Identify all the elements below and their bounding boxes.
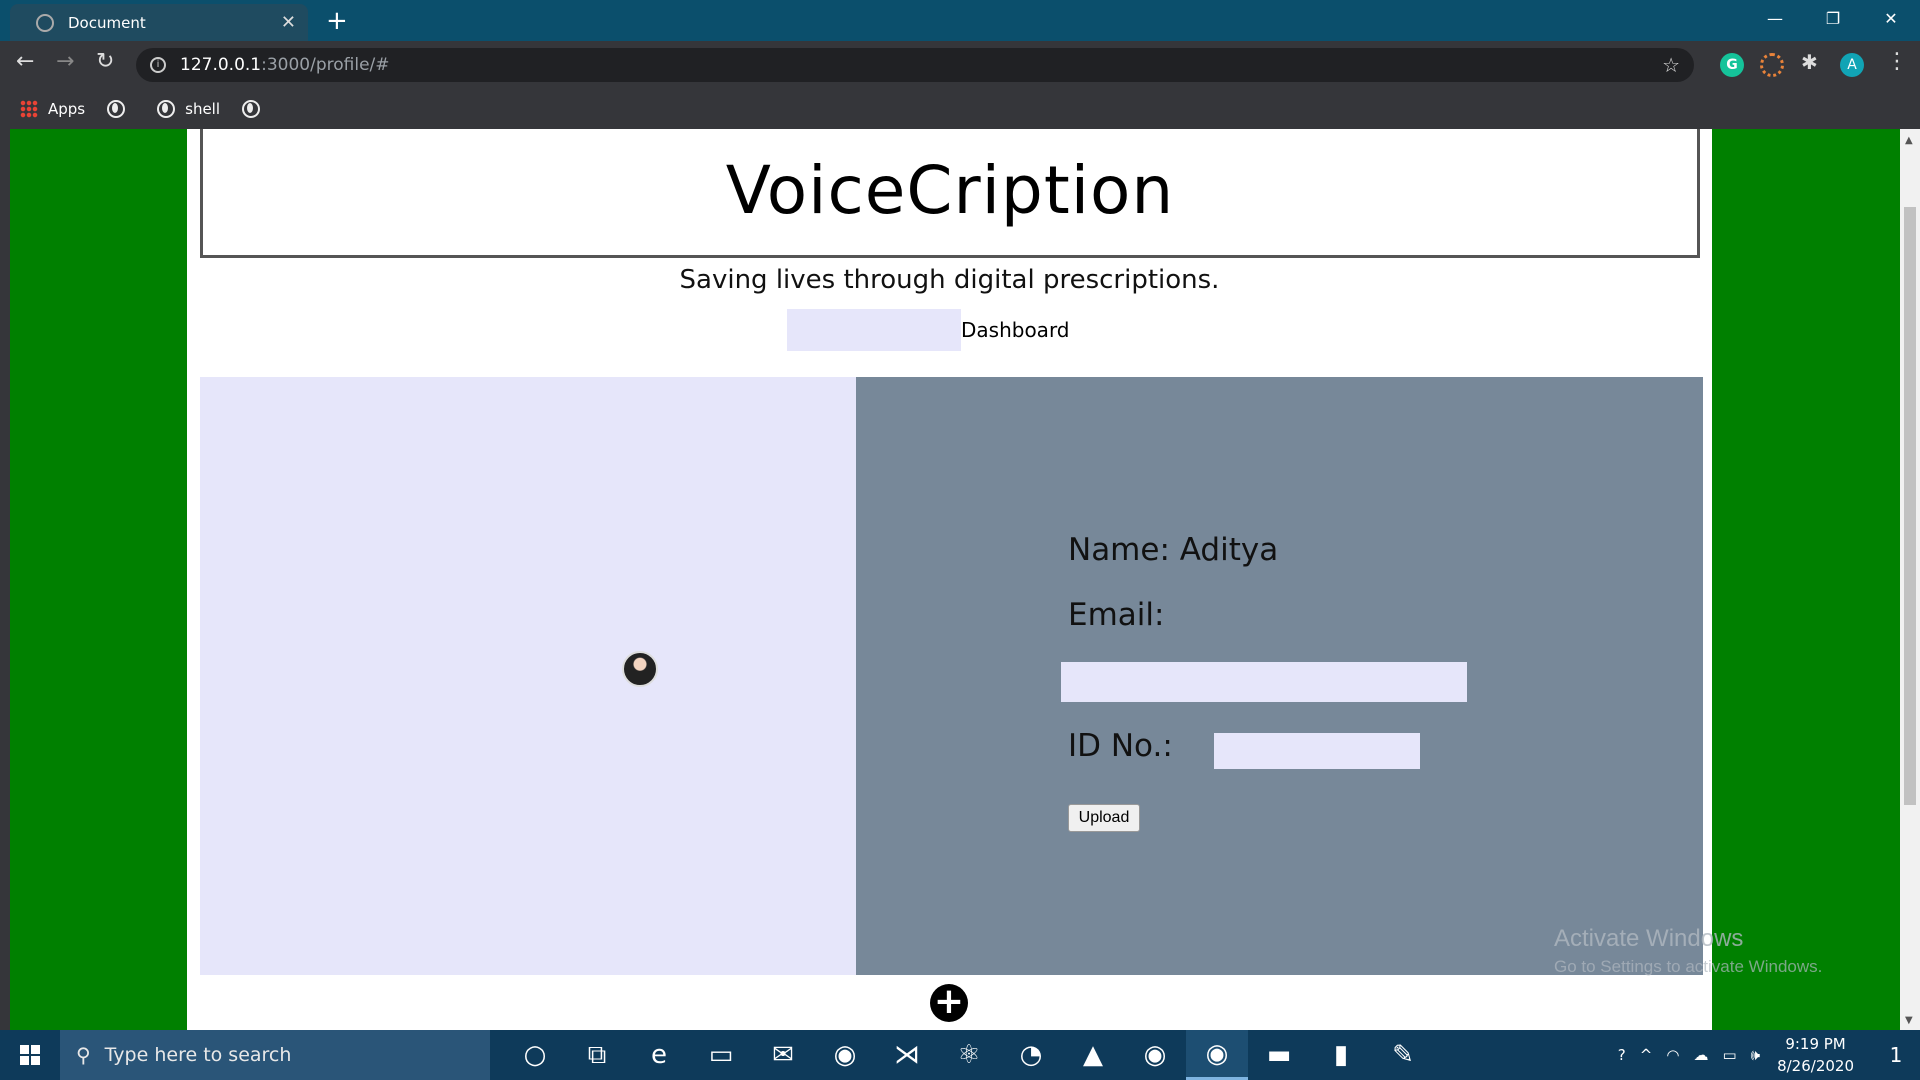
- sticky-notes-icon[interactable]: ▮: [1310, 1030, 1372, 1080]
- clock[interactable]: 9:19 PM 8/26/2020: [1777, 1033, 1854, 1077]
- forward-button[interactable]: →: [56, 49, 74, 74]
- browser-toolbar: ← → ↻ i 127.0.0.1:3000/profile/# ☆ G ✱ A…: [0, 41, 1920, 88]
- help-icon[interactable]: ?: [1618, 1046, 1626, 1064]
- nav-dashboard-link[interactable]: Dashboard: [961, 318, 1070, 342]
- bookmark-label: shell: [185, 99, 221, 118]
- globe-icon: [242, 99, 261, 118]
- window-edge: [0, 129, 10, 1030]
- vlc-icon[interactable]: ▲: [1062, 1030, 1124, 1080]
- apps-grid-icon: [20, 99, 38, 118]
- bookmark-shell[interactable]: shell: [157, 99, 221, 118]
- windows-taskbar: ⚲ Type here to search ○ ⧉ e ▭ ✉ ◉ ⋊ ⚛ ◔ ▲ ◉ ◉ ▬ ▮ ✎ ? …: [0, 1030, 1920, 1080]
- url-path: :3000/profile/#: [261, 55, 390, 75]
- chrome-icon[interactable]: ◉: [814, 1030, 876, 1080]
- file-explorer-icon[interactable]: ▭: [690, 1030, 752, 1080]
- task-view-icon[interactable]: ⧉: [566, 1030, 628, 1080]
- new-tab-button[interactable]: +: [326, 6, 348, 36]
- tagline: Saving lives through digital prescriptio…: [679, 265, 1220, 295]
- profile-name: Name: Aditya: [1068, 532, 1279, 568]
- id-label: ID No.:: [1068, 728, 1173, 764]
- activate-windows-watermark: Activate Windows Go to Settings to activ…: [1554, 925, 1822, 977]
- brand-title: VoiceCription: [725, 151, 1175, 229]
- back-button[interactable]: ←: [16, 49, 34, 74]
- brand-header: VoiceCription: [200, 129, 1700, 258]
- browser-menu-icon[interactable]: ⋮: [1886, 49, 1908, 74]
- globe-icon: [107, 99, 126, 118]
- bookmark-globe-1[interactable]: [107, 99, 135, 118]
- cortana-icon[interactable]: ○: [504, 1030, 566, 1080]
- clock-time: 9:19 PM: [1785, 1035, 1846, 1053]
- tray-chevron-icon[interactable]: ^: [1640, 1046, 1653, 1064]
- profile-picture: [622, 651, 658, 687]
- bookmark-globe-2[interactable]: [242, 99, 270, 118]
- restore-button[interactable]: ❐: [1804, 0, 1862, 41]
- watermark-subtitle: Go to Settings to activate Windows.: [1554, 957, 1823, 976]
- id-field[interactable]: [1214, 733, 1420, 769]
- close-window-button[interactable]: ✕: [1862, 0, 1920, 41]
- title-bar: Document ✕ + — ❐ ✕: [0, 0, 1920, 41]
- battery-icon[interactable]: ▭: [1722, 1046, 1736, 1064]
- notifications-icon[interactable]: 1: [1879, 1043, 1913, 1067]
- page-container: VoiceCription Saving lives through digit…: [187, 129, 1712, 1030]
- terminal-icon[interactable]: ▬: [1248, 1030, 1310, 1080]
- profile-picture-panel: [200, 377, 856, 975]
- tab-favicon-icon: [36, 13, 54, 32]
- chrome-profile-icon[interactable]: ◉: [1124, 1030, 1186, 1080]
- start-button[interactable]: [0, 1030, 60, 1080]
- atom-icon[interactable]: ⚛: [938, 1030, 1000, 1080]
- watermark-title: Activate Windows: [1554, 925, 1744, 952]
- taskbar-search[interactable]: ⚲ Type here to search: [60, 1030, 490, 1080]
- add-button[interactable]: +: [930, 984, 968, 1022]
- clock-date: 8/26/2020: [1777, 1057, 1854, 1075]
- vscode-icon[interactable]: ⋊: [876, 1030, 938, 1080]
- tab-title: Document: [68, 13, 146, 32]
- bookmark-apps[interactable]: Apps: [20, 99, 86, 118]
- email-label: Email:: [1068, 597, 1165, 633]
- extensions-puzzle-icon[interactable]: ✱: [1801, 50, 1818, 74]
- cookie-extension-icon[interactable]: [1760, 53, 1784, 77]
- page-nav: Dashboard: [787, 309, 1070, 351]
- bookmark-label: Apps: [48, 99, 86, 118]
- chrome-active-icon[interactable]: ◉: [1186, 1030, 1248, 1080]
- upload-button[interactable]: Upload: [1068, 804, 1140, 832]
- edge-icon[interactable]: e: [628, 1030, 690, 1080]
- site-info-icon[interactable]: i: [150, 57, 166, 73]
- scroll-up-icon[interactable]: ▲: [1905, 135, 1913, 146]
- search-icon: ⚲: [76, 1043, 91, 1067]
- browser-tab[interactable]: Document ✕: [10, 4, 308, 41]
- email-field[interactable]: [1061, 662, 1467, 702]
- address-bar[interactable]: i 127.0.0.1:3000/profile/# ☆: [136, 48, 1694, 82]
- grammarly-extension-icon[interactable]: G: [1720, 53, 1744, 77]
- bookmark-star-icon[interactable]: ☆: [1662, 53, 1680, 77]
- system-tray: ? ^ ◠ ☁ ▭ 🕪 9:19 PM 8/26/2020 1: [1611, 1030, 1920, 1080]
- paint-icon[interactable]: ✎: [1372, 1030, 1434, 1080]
- onedrive-icon[interactable]: ☁: [1693, 1046, 1708, 1064]
- firefox-icon[interactable]: ◔: [1000, 1030, 1062, 1080]
- volume-icon[interactable]: 🕪: [1751, 1046, 1760, 1064]
- pinned-apps: ○ ⧉ e ▭ ✉ ◉ ⋊ ⚛ ◔ ▲ ◉ ◉ ▬ ▮ ✎: [504, 1030, 1434, 1080]
- windows-logo-icon: [20, 1045, 40, 1065]
- window-controls: — ❐ ✕: [1746, 0, 1920, 41]
- globe-icon: [157, 99, 176, 118]
- vertical-scrollbar[interactable]: ▲ ▼: [1900, 129, 1920, 1030]
- wifi-icon[interactable]: ◠: [1666, 1046, 1679, 1064]
- minimize-button[interactable]: —: [1746, 0, 1804, 41]
- url-host: 127.0.0.1: [180, 55, 262, 75]
- search-placeholder: Type here to search: [104, 1044, 292, 1066]
- scroll-down-icon[interactable]: ▼: [1905, 1015, 1913, 1026]
- bookmarks-bar: Apps shell: [0, 88, 1920, 129]
- profile-details-panel: Name: Aditya Email: ID No.: Upload: [856, 377, 1703, 975]
- reload-button[interactable]: ↻: [96, 49, 114, 74]
- nav-empty-link[interactable]: [787, 309, 961, 351]
- scroll-thumb[interactable]: [1904, 207, 1916, 805]
- mail-icon[interactable]: ✉: [752, 1030, 814, 1080]
- profile-avatar[interactable]: A: [1840, 53, 1864, 77]
- tab-close-icon[interactable]: ✕: [281, 12, 296, 33]
- page-viewport: VoiceCription Saving lives through digit…: [0, 129, 1920, 1030]
